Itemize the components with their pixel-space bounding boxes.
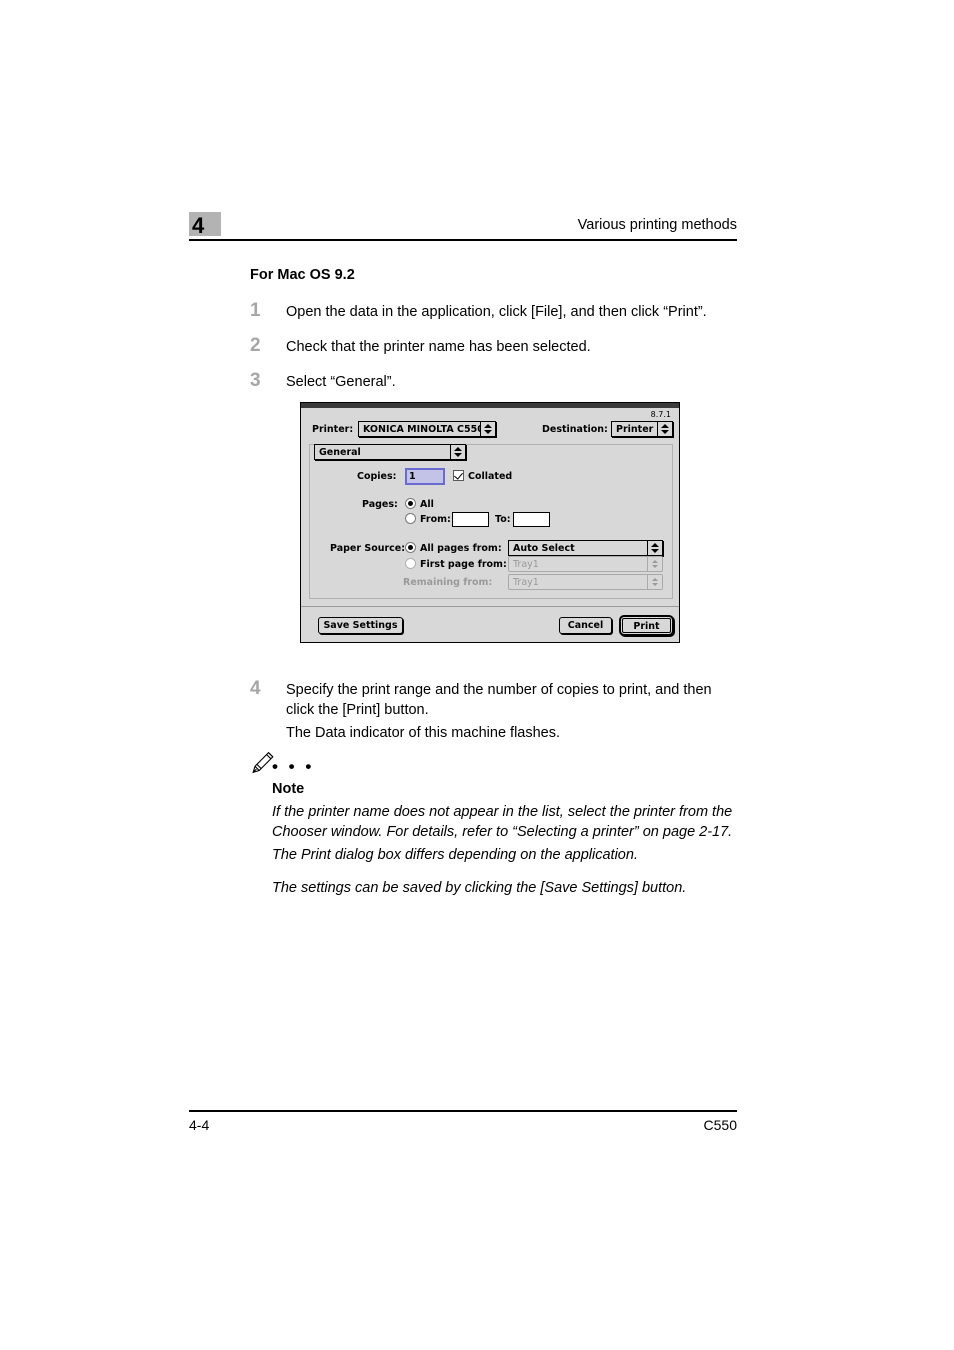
step-number: 3 — [250, 370, 261, 391]
pages-range-radio[interactable] — [405, 513, 416, 524]
collated-checkbox[interactable] — [453, 470, 464, 481]
chevron-updown-icon — [647, 575, 662, 589]
pages-from-label: From: — [420, 514, 451, 525]
save-settings-label: Save Settings — [323, 620, 398, 631]
remaining-from-select[interactable]: Tray1 — [508, 574, 663, 590]
copies-input[interactable]: 1 — [405, 468, 445, 485]
first-page-from-select[interactable]: Tray1 — [508, 556, 663, 572]
dialog-body: 8.7.1 Printer: KONICA MINOLTA C550 Desti… — [301, 408, 679, 642]
footer-model: C550 — [703, 1117, 737, 1133]
printer-label: Printer: — [312, 424, 354, 435]
pages-from-input[interactable] — [452, 512, 489, 527]
collated-label: Collated — [468, 471, 513, 482]
chapter-number: 4 — [192, 213, 204, 238]
chevron-updown-icon — [647, 541, 662, 555]
printer-select[interactable]: KONICA MINOLTA C550 — [358, 421, 496, 437]
note-block: • • • Note If the printer name does not … — [250, 750, 740, 896]
step-text: Specify the print range and the number o… — [286, 682, 712, 718]
footer-page-number: 4-4 — [189, 1117, 210, 1133]
note-heading: Note — [272, 781, 305, 797]
save-settings-button[interactable]: Save Settings — [318, 617, 403, 634]
first-page-from-label: First page from: — [420, 559, 507, 570]
chevron-updown-icon — [647, 557, 662, 571]
pane-select[interactable]: General — [314, 444, 466, 460]
destination-label: Destination: — [542, 424, 608, 435]
footer-divider — [189, 1110, 737, 1112]
first-page-from-select-value: Tray1 — [513, 559, 539, 570]
copies-input-value: 1 — [409, 471, 416, 482]
running-header: 4 Various printing methods — [189, 212, 737, 246]
header-divider — [189, 239, 737, 241]
remaining-from-select-value: Tray1 — [513, 577, 539, 588]
note-paragraph: The settings can be saved by clicking th… — [272, 880, 687, 896]
cancel-label: Cancel — [567, 620, 604, 631]
dialog-separator — [301, 606, 679, 607]
paper-source-label: Paper Source: — [330, 543, 406, 554]
all-pages-from-label: All pages from: — [420, 543, 502, 554]
chevron-updown-icon — [450, 445, 465, 459]
all-pages-from-radio[interactable] — [405, 542, 416, 553]
print-dialog-figure: 8.7.1 Printer: KONICA MINOLTA C550 Desti… — [300, 402, 680, 643]
document-page: 4 Various printing methods For Mac OS 9.… — [0, 0, 954, 1350]
step-text: Select “General”. — [286, 374, 396, 390]
print-label: Print — [633, 621, 660, 632]
copies-label: Copies: — [357, 471, 397, 482]
printer-select-value: KONICA MINOLTA C550 — [363, 424, 484, 435]
step-number: 2 — [250, 335, 261, 356]
chevron-updown-icon — [657, 422, 672, 436]
pages-to-label: To: — [495, 514, 511, 525]
section-title: For Mac OS 9.2 — [250, 267, 355, 283]
pages-to-input[interactable] — [513, 512, 550, 527]
remaining-from-label: Remaining from: — [403, 577, 493, 588]
note-paragraph: If the printer name does not appear in t… — [272, 804, 733, 840]
destination-select-value: Printer — [616, 424, 654, 435]
note-dots: • • • — [272, 757, 315, 776]
all-pages-from-select-value: Auto Select — [513, 543, 575, 554]
pages-all-radio[interactable] — [405, 498, 416, 509]
pane-select-value: General — [319, 447, 361, 458]
all-pages-from-select[interactable]: Auto Select — [508, 540, 663, 556]
header-title: Various printing methods — [577, 217, 737, 233]
pages-label: Pages: — [362, 499, 398, 510]
note-icon-row: • • • — [250, 750, 740, 780]
note-paragraph: The Print dialog box differs depending o… — [272, 847, 638, 863]
first-page-from-radio[interactable] — [405, 558, 416, 569]
step-number: 4 — [250, 678, 261, 699]
step-number: 1 — [250, 300, 261, 321]
step-sub-text: The Data indicator of this machine flash… — [286, 725, 561, 741]
dialog-version-label: 8.7.1 — [650, 410, 671, 419]
destination-select[interactable]: Printer — [611, 421, 673, 437]
cancel-button[interactable]: Cancel — [559, 617, 612, 634]
print-button[interactable]: Print — [619, 615, 674, 636]
step-text: Check that the printer name has been sel… — [286, 339, 591, 355]
step-text: Open the data in the application, click … — [286, 304, 707, 320]
pages-all-label: All — [420, 499, 434, 510]
chevron-updown-icon — [480, 422, 495, 436]
